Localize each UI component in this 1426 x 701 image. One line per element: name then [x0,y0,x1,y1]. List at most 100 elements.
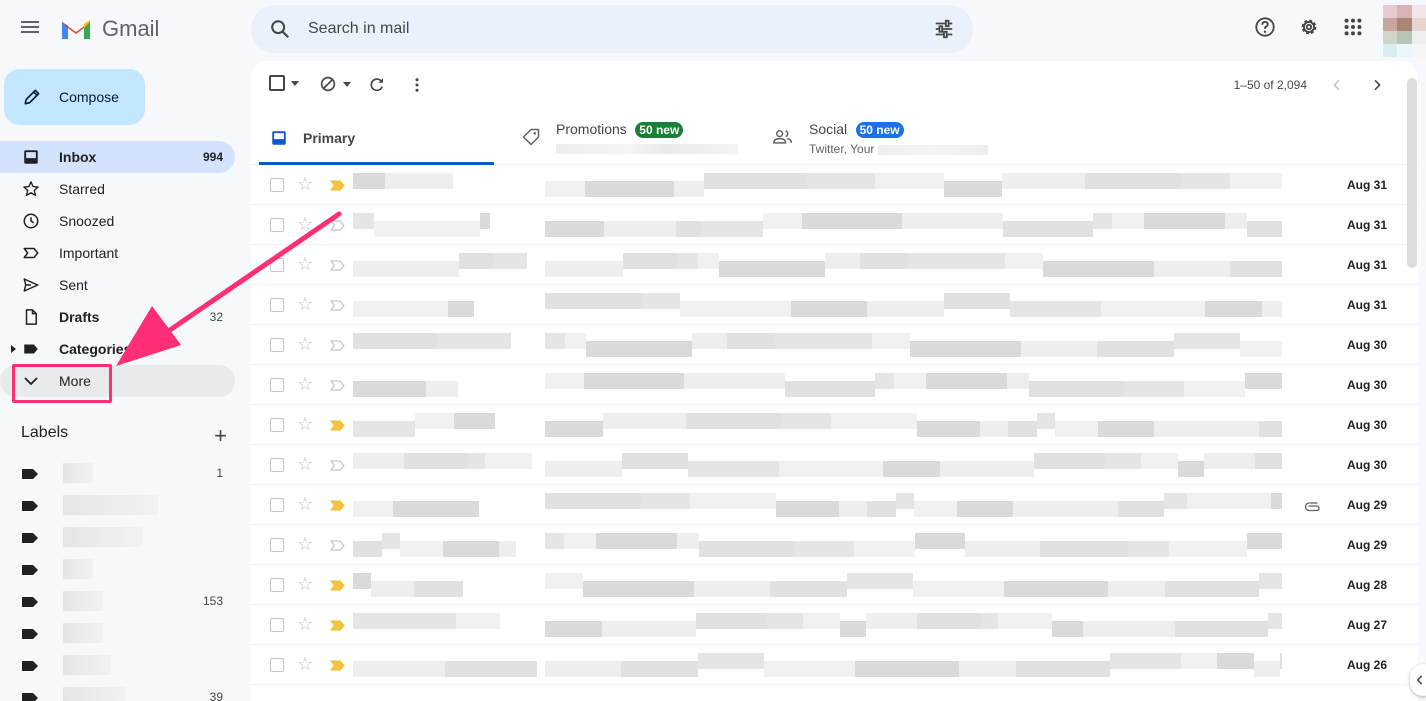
importance-marker-icon[interactable] [330,220,345,231]
star-outline-icon[interactable]: ☆ [297,215,313,233]
search-icon[interactable] [269,18,291,40]
sidebar-label-item[interactable] [22,495,232,515]
redacted-block [981,613,998,629]
star-outline-icon[interactable]: ☆ [297,535,313,553]
importance-marker-icon[interactable] [330,340,345,351]
star-outline-icon[interactable]: ☆ [297,455,313,473]
row-select-checkbox[interactable] [270,298,284,312]
help-icon[interactable] [1254,16,1276,38]
importance-marker-icon[interactable] [330,500,345,511]
redacted-block [565,333,586,349]
importance-marker-icon[interactable] [330,380,345,391]
main-menu-button[interactable] [19,18,41,40]
redacted-block [382,533,400,549]
star-outline-icon[interactable]: ☆ [297,295,313,313]
tab-primary[interactable]: Primary [259,113,494,165]
row-select-checkbox[interactable] [270,338,284,352]
row-select-checkbox[interactable] [270,578,284,592]
star-outline-icon[interactable]: ☆ [297,495,313,513]
star-outline-icon[interactable]: ☆ [297,575,313,593]
sidebar-item-inbox[interactable]: Inbox 994 [0,141,235,173]
email-row[interactable]: ☆ Aug 28 [251,565,1418,605]
search-input[interactable] [308,5,908,53]
row-select-checkbox[interactable] [270,378,284,392]
importance-marker-icon[interactable] [330,620,345,631]
side-panel-toggle-button[interactable] [1410,664,1426,696]
email-row[interactable]: ☆ Aug 31 [251,285,1418,325]
email-row[interactable]: ☆ Aug 31 [251,205,1418,245]
sidebar-label-item[interactable] [22,655,232,675]
row-select-checkbox[interactable] [270,538,284,552]
star-outline-icon[interactable]: ☆ [297,255,313,273]
email-row[interactable]: ☆ Aug 27 [251,605,1418,645]
star-outline-icon[interactable]: ☆ [297,175,313,193]
row-select-checkbox[interactable] [270,178,284,192]
row-select-checkbox[interactable] [270,218,284,232]
redacted-block [1178,461,1204,477]
sidebar-label-item[interactable]: 153 [22,591,232,611]
sender-redacted [353,485,479,525]
select-all-button[interactable] [269,75,299,91]
importance-marker-icon[interactable] [330,580,345,591]
sidebar-item-starred[interactable]: Starred [0,173,235,205]
email-row[interactable]: ☆ Aug 31 [251,165,1418,205]
sidebar-item-important[interactable]: Important [0,237,235,269]
account-avatar[interactable] [1383,5,1426,57]
star-outline-icon[interactable]: ☆ [297,615,313,633]
sidebar-label-item[interactable] [22,559,232,579]
older-chevron-right-icon[interactable] [1369,77,1385,93]
email-row[interactable]: ☆ Aug 30 [251,325,1418,365]
expand-caret-icon[interactable] [11,345,16,353]
label-name-redacted [63,495,158,515]
sidebar-item-drafts[interactable]: Drafts 32 [0,301,235,333]
row-select-checkbox[interactable] [270,418,284,432]
row-select-checkbox[interactable] [270,618,284,632]
email-row[interactable]: ☆ Aug 29 [251,525,1418,565]
email-row[interactable]: ☆ Aug 31 [251,245,1418,285]
email-row[interactable]: ☆ Aug 30 [251,405,1418,445]
sidebar-item-snoozed[interactable]: Snoozed [0,205,235,237]
sidebar-label-item[interactable]: 39 [22,687,232,701]
email-row[interactable]: ☆ Aug 26 [251,645,1418,685]
redacted-block [545,621,602,637]
star-outline-icon[interactable]: ☆ [297,415,313,433]
star-outline-icon[interactable]: ☆ [297,375,313,393]
compose-button[interactable]: Compose [4,69,145,125]
row-select-checkbox[interactable] [270,498,284,512]
importance-marker-icon[interactable] [330,180,345,191]
sidebar-label-item[interactable] [22,623,232,643]
importance-marker-icon[interactable] [330,460,345,471]
apps-grid-icon[interactable] [1342,16,1364,38]
email-row[interactable]: ☆ Aug 29 [251,485,1418,525]
refresh-icon[interactable] [368,76,386,94]
importance-marker-icon[interactable] [330,660,345,671]
sidebar-item-categories[interactable]: Categories [0,333,235,365]
sidebar-item-sent[interactable]: Sent [0,269,235,301]
row-select-checkbox[interactable] [270,458,284,472]
star-outline-icon[interactable]: ☆ [297,335,313,353]
star-outline-icon[interactable]: ☆ [297,655,313,673]
search-bar[interactable] [251,5,973,53]
settings-gear-icon[interactable] [1298,16,1320,38]
email-row[interactable]: ☆ Aug 30 [251,445,1418,485]
redacted-block [677,533,699,549]
importance-marker-icon[interactable] [330,300,345,311]
tab-promotions[interactable]: Promotions 50 new [519,113,759,165]
row-select-checkbox[interactable] [270,258,284,272]
email-row[interactable]: ☆ Aug 30 [251,365,1418,405]
scrollbar-thumb[interactable] [1407,78,1417,268]
newer-chevron-left-icon[interactable] [1329,77,1345,93]
sidebar-label-item[interactable] [22,527,232,547]
filter-dropdown-button[interactable] [319,75,351,93]
search-options-icon[interactable] [933,18,955,40]
tab-social[interactable]: Social 50 new Twitter, Your [772,113,1022,165]
more-vertical-icon[interactable] [408,76,426,94]
importance-marker-icon[interactable] [330,540,345,551]
row-select-checkbox[interactable] [270,658,284,672]
gmail-logo[interactable]: Gmail [60,16,159,42]
sidebar-label-item[interactable]: 1 [22,463,232,483]
tab-label: Promotions [556,121,627,137]
add-label-plus-icon[interactable]: + [214,423,227,449]
importance-marker-icon[interactable] [330,420,345,431]
importance-marker-icon[interactable] [330,260,345,271]
